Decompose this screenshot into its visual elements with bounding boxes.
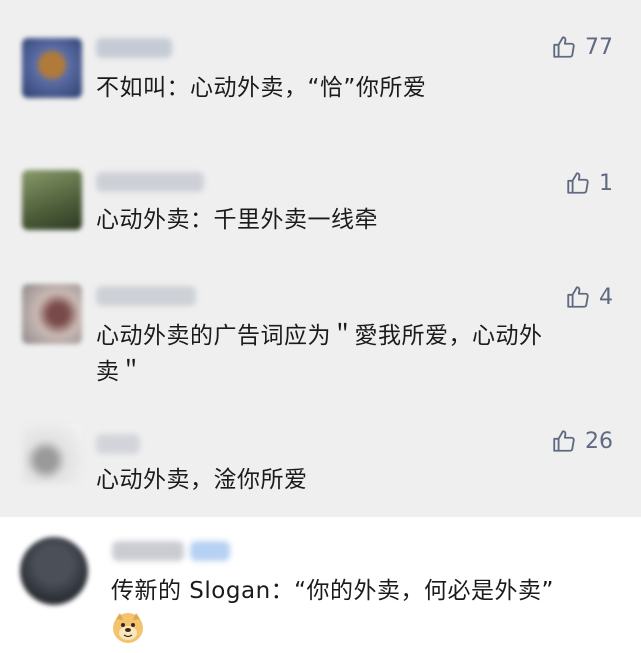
- avatar[interactable]: [22, 38, 82, 98]
- like-button[interactable]: 77: [551, 34, 613, 60]
- like-count: 1: [599, 170, 613, 196]
- comment-text-line: 心动外卖的广告词应为＂愛我所爱，心动外: [96, 323, 543, 349]
- thumbs-up-icon: [567, 172, 589, 194]
- like-count: 77: [585, 34, 613, 60]
- comment-item-highlighted: 传新的 Slogan：“你的外卖，何必是外卖”: [0, 517, 641, 653]
- comment-text-line: 卖＂: [96, 359, 143, 385]
- username[interactable]: [112, 541, 184, 561]
- avatar[interactable]: [22, 424, 82, 484]
- like-button[interactable]: 26: [551, 428, 613, 454]
- comment-text: 传新的 Slogan：“你的外卖，何必是外卖”: [111, 578, 554, 604]
- like-count: 26: [585, 428, 613, 454]
- like-count: 4: [599, 284, 613, 310]
- vip-badge: [190, 541, 230, 561]
- avatar[interactable]: [20, 537, 88, 605]
- thumbs-up-icon: [567, 286, 589, 308]
- comment-text: 心动外卖：千里外卖一线牵: [96, 207, 378, 233]
- username[interactable]: [96, 38, 172, 58]
- username[interactable]: [96, 286, 196, 306]
- like-button[interactable]: 1: [565, 170, 613, 196]
- comment-text: 心动外卖的广告词应为＂愛我所爱，心动外 卖＂: [96, 318, 621, 390]
- comment-item: 4 心动外卖的广告词应为＂愛我所爱，心动外 卖＂: [0, 270, 641, 410]
- username[interactable]: [96, 172, 204, 192]
- avatar[interactable]: [22, 284, 82, 344]
- comment-item: 1 心动外卖：千里外卖一线牵: [0, 140, 641, 270]
- username[interactable]: [96, 434, 140, 454]
- thumbs-up-icon: [553, 36, 575, 58]
- comment-item: 26 心动外卖，淦你所爱: [0, 410, 641, 517]
- comment-text: 心动外卖，淦你所爱: [96, 467, 308, 493]
- avatar[interactable]: [22, 170, 82, 230]
- doge-emoji: [113, 613, 143, 643]
- like-button[interactable]: 4: [565, 284, 613, 310]
- comment-item: 77 不如叫：心动外卖，“恰”你所爱: [0, 0, 641, 140]
- comment-text: 不如叫：心动外卖，“恰”你所爱: [96, 75, 427, 101]
- thumbs-up-icon: [553, 430, 575, 452]
